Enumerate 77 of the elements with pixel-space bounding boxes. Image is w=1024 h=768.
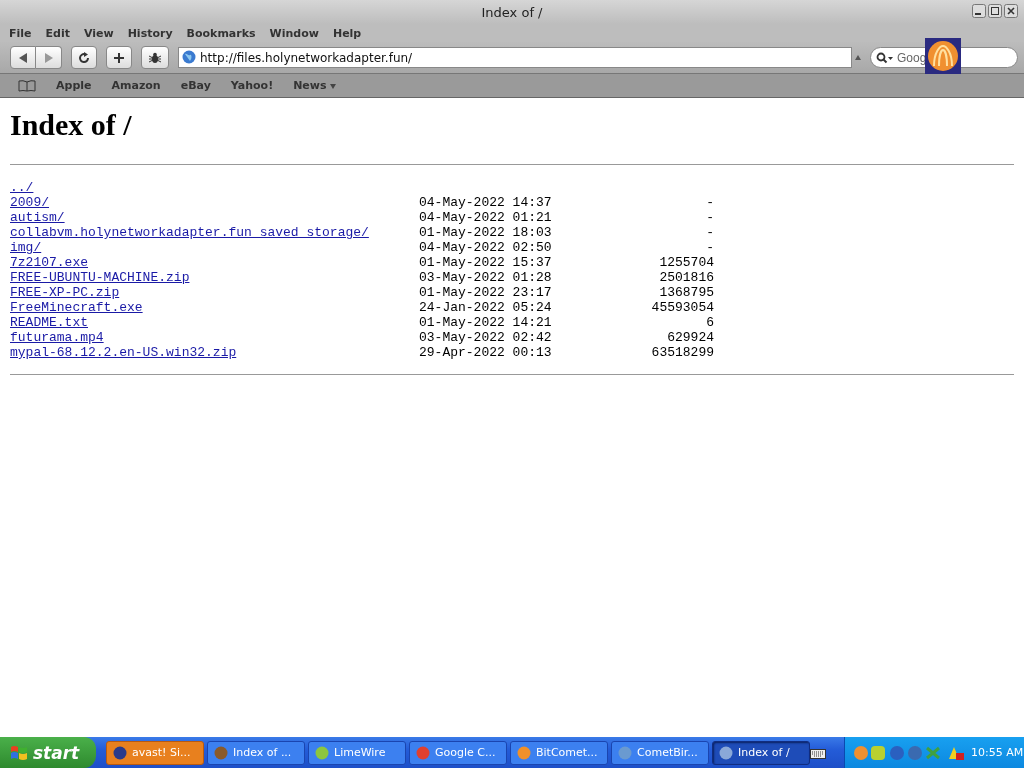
maximize-icon[interactable]	[988, 4, 1002, 18]
menu-item[interactable]: Edit	[45, 26, 70, 40]
windows-flag-icon	[10, 743, 28, 762]
bookmark-link[interactable]: Amazon	[111, 79, 161, 92]
modified-date: 01-May-2022 15:37	[419, 255, 552, 270]
reload-button[interactable]	[71, 46, 97, 69]
book-icon[interactable]	[18, 79, 36, 92]
file-link[interactable]: FreeMinecraft.exe	[10, 300, 143, 315]
minimize-icon[interactable]	[972, 4, 986, 18]
file-link[interactable]: mypal-68.12.2.en-US.win32.zip	[10, 345, 237, 360]
file-size: 1368795	[659, 285, 714, 300]
taskbar-button[interactable]: Index of /	[712, 740, 810, 765]
modified-date: 04-May-2022 01:21	[419, 210, 552, 225]
close-icon[interactable]	[1004, 4, 1018, 18]
file-link[interactable]: FREE-UBUNTU-MACHINE.zip	[10, 270, 190, 285]
bookmark-link[interactable]: Apple	[56, 79, 92, 92]
caret-icon[interactable]	[855, 55, 861, 60]
bug-icon	[148, 50, 162, 65]
page-heading: Index of /	[10, 108, 133, 142]
reload-icon	[78, 51, 90, 64]
file-size: -	[706, 240, 714, 255]
taskbar-button[interactable]: Google C...	[409, 740, 507, 765]
taskbar-button[interactable]: BitComet...	[510, 740, 608, 765]
file-size: 45593054	[651, 300, 714, 315]
plus-icon	[113, 51, 125, 64]
modified-date: 24-Jan-2022 05:24	[419, 300, 552, 315]
file-size: 6	[706, 315, 714, 330]
file-link[interactable]: 2009/	[10, 195, 49, 210]
taskbar-button[interactable]: LimeWire	[308, 740, 406, 765]
modified-date: 01-May-2022 14:21	[419, 315, 552, 330]
bitcomet-floating-icon[interactable]	[925, 38, 961, 74]
file-size: -	[706, 210, 714, 225]
menu-item[interactable]: View	[83, 26, 114, 40]
modified-date: 04-May-2022 14:37	[419, 195, 552, 210]
modified-date: 01-May-2022 23:17	[419, 285, 552, 300]
file-link[interactable]: autism/	[10, 210, 65, 225]
menu-item[interactable]: Window	[269, 26, 319, 40]
bookmark-folder[interactable]: News	[293, 79, 337, 92]
add-bookmark-button[interactable]	[106, 46, 132, 69]
menu-item[interactable]: Bookmarks	[186, 26, 256, 40]
address-field[interactable]: http://files.holynetworkadapter.fun/	[178, 47, 852, 68]
modified-date: 29-Apr-2022 00:13	[419, 345, 552, 360]
file-size: -	[706, 225, 714, 240]
back-button[interactable]	[10, 46, 36, 69]
taskbar-button[interactable]: CometBir...	[611, 740, 709, 765]
bookmark-link[interactable]: Yahoo!	[230, 79, 274, 92]
file-link[interactable]: ../	[10, 180, 34, 195]
clock: 10:55 AM	[971, 746, 1024, 759]
modified-date: 03-May-2022 02:42	[419, 330, 552, 345]
taskbar-button[interactable]: Index of ...	[207, 740, 305, 765]
file-link[interactable]: img/	[10, 240, 42, 255]
dropdown-arrow-icon	[330, 84, 337, 89]
menu-item[interactable]: History	[127, 26, 173, 40]
file-link[interactable]: 7z2107.exe	[10, 255, 88, 270]
forward-arrow-icon	[43, 52, 54, 63]
bookmark-link[interactable]: eBay	[180, 79, 211, 92]
menu-item[interactable]: File	[9, 26, 32, 40]
file-link[interactable]: futurama.mp4	[10, 330, 104, 345]
start-button[interactable]: start	[0, 737, 96, 768]
menu-item[interactable]: Help	[332, 26, 362, 40]
modified-date: 03-May-2022 01:28	[419, 270, 552, 285]
file-link[interactable]: FREE-XP-PC.zip	[10, 285, 120, 300]
file-size: -	[706, 195, 714, 210]
file-size: 63518299	[651, 345, 714, 360]
file-link[interactable]: collabvm.holynetworkadapter.fun saved storage/	[10, 225, 369, 240]
tray-icons-drawing[interactable]	[853, 744, 965, 761]
keyboard-icon[interactable]	[810, 746, 826, 759]
file-size: 1255704	[659, 255, 714, 270]
back-arrow-icon	[18, 52, 28, 63]
modified-date: 04-May-2022 02:50	[419, 240, 552, 255]
window-title: Index of /	[481, 4, 543, 20]
forward-button[interactable]	[36, 46, 62, 69]
file-size: 629924	[667, 330, 714, 345]
debug-button[interactable]	[141, 46, 169, 69]
modified-date: 01-May-2022 18:03	[419, 225, 552, 240]
file-link[interactable]: README.txt	[10, 315, 88, 330]
file-size: 2501816	[659, 270, 714, 285]
